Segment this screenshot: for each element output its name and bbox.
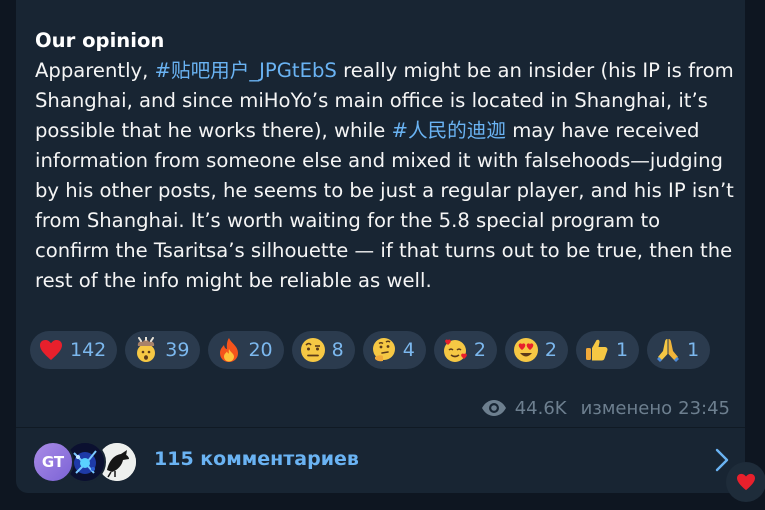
comments-button[interactable]: GT 115 комментариев — [16, 428, 745, 493]
reaction-count: 1 — [616, 339, 629, 361]
smiling-face-with-hearts-emoji — [442, 337, 468, 363]
commenter-avatars: GT — [32, 441, 142, 483]
raised-eyebrow-emoji — [300, 337, 326, 363]
post-text: Our opinion Apparently, #贴吧用户_JPGtEbS rea… — [35, 26, 735, 296]
reaction-heart-eyes[interactable]: 2 — [504, 331, 569, 369]
reaction-thinking[interactable]: 4 — [362, 331, 426, 369]
reaction-count: 4 — [402, 339, 415, 361]
post-text-part-3: may have received information from someo… — [35, 119, 734, 292]
exploding-head-emoji — [133, 337, 159, 363]
reaction-raised-eyebrow[interactable]: 8 — [291, 331, 355, 369]
heart-eyes-emoji — [513, 337, 539, 363]
quick-reaction-button[interactable] — [726, 462, 765, 502]
fire-emoji — [216, 337, 242, 363]
reaction-fire[interactable]: 20 — [208, 331, 284, 369]
eye-icon — [481, 400, 506, 416]
reaction-count: 142 — [70, 339, 107, 361]
message-meta: 44.6K изменено 23:45 — [481, 396, 730, 420]
thumbs-up-emoji — [584, 337, 610, 363]
chevron-right-icon — [715, 448, 729, 472]
view-count: 44.6K — [514, 397, 567, 419]
reaction-count: 20 — [248, 339, 273, 361]
comments-count-label: 115 комментариев — [154, 448, 359, 470]
post-text-part-1: Apparently, — [35, 59, 155, 82]
reaction-count: 8 — [331, 339, 344, 361]
reaction-smiling-hearts[interactable]: 2 — [433, 331, 497, 369]
reaction-folded-hands[interactable]: 1 — [647, 331, 711, 369]
message-time: 23:45 — [678, 397, 730, 419]
heart-emoji — [38, 337, 64, 363]
hashtag-link-2[interactable]: #人民的迪迦 — [392, 119, 506, 142]
reactions-bar: 142 39 20 8 4 2 2 1 1 — [30, 331, 730, 369]
edited-label: изменено — [580, 397, 673, 419]
channel-view: Our opinion Apparently, #贴吧用户_JPGtEbS rea… — [0, 0, 765, 510]
folded-hands-emoji — [655, 337, 681, 363]
reaction-exploding-head[interactable]: 39 — [125, 331, 201, 369]
hashtag-link-1[interactable]: #贴吧用户_JPGtEbS — [155, 59, 337, 82]
reaction-thumbs-up[interactable]: 1 — [576, 331, 640, 369]
reaction-count: 2 — [544, 339, 558, 361]
reaction-count: 1 — [687, 339, 700, 361]
avatar: GT — [32, 441, 74, 483]
reaction-heart[interactable]: 142 — [30, 331, 118, 369]
reaction-count: 2 — [473, 339, 486, 361]
reaction-count: 39 — [165, 339, 190, 361]
thinking-face-emoji — [371, 337, 397, 363]
heart-emoji — [737, 473, 755, 491]
post-title: Our opinion — [35, 29, 165, 52]
